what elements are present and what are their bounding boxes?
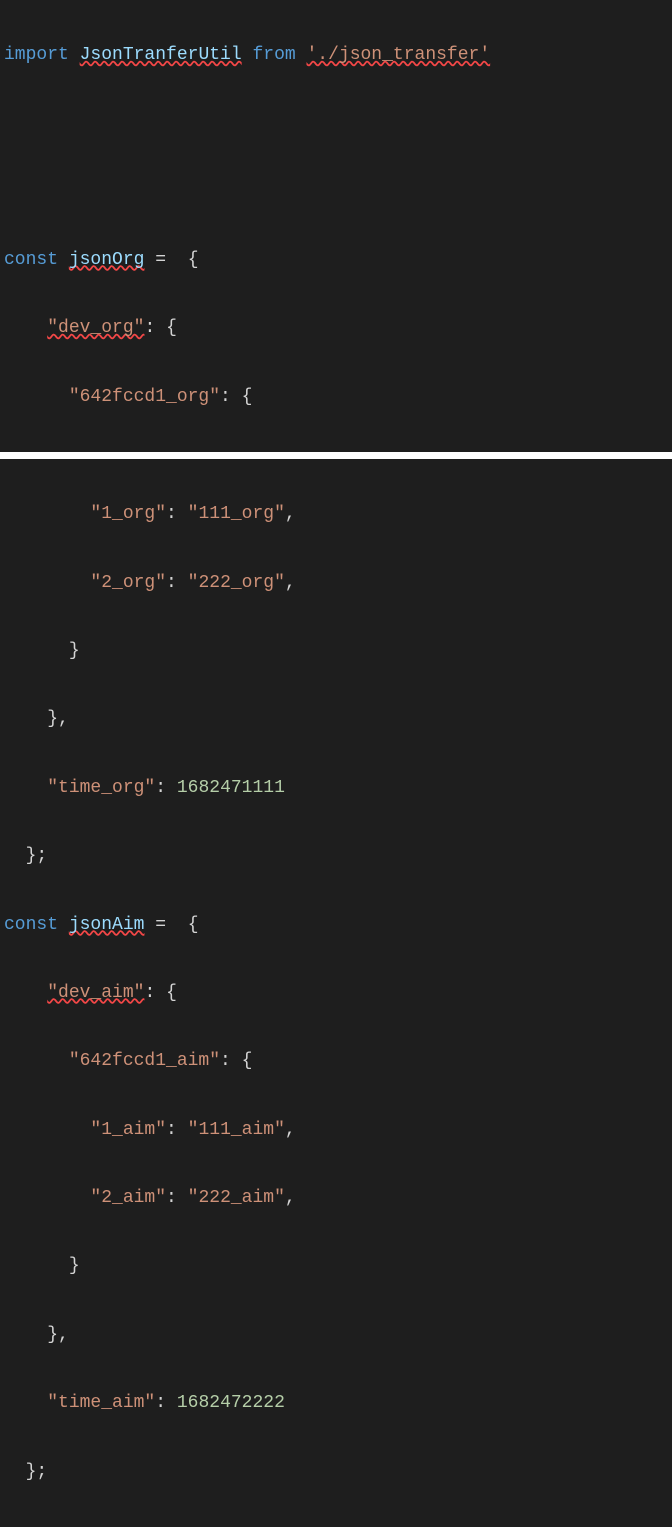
code-editor[interactable]: "1_org": "111_org", "2_org": "222_org", … [0,459,672,1527]
keyword-from: from [252,45,295,65]
brace-open: { [242,1051,253,1071]
key-2-org: "2_org" [90,573,166,593]
brace-close: } [47,709,58,729]
brace-open: { [166,983,177,1003]
val-111-org: "111_org" [188,504,285,524]
operator-equals: = [155,250,166,270]
colon: : [155,778,166,798]
operator-equals: = [155,915,166,935]
brace-open: { [242,387,253,407]
brace-open: { [188,915,199,935]
colon: : [166,504,177,524]
comma: , [285,573,296,593]
keyword-import: import [4,45,69,65]
code-line: "642fccd1_aim": { [4,1044,672,1078]
brace-close: } [47,1325,58,1345]
comma: , [285,1188,296,1208]
colon: : [220,387,231,407]
code-line: "2_aim": "222_aim", [4,1181,672,1215]
colon: : [144,983,155,1003]
code-line: "642fccd1_org": { [4,380,672,414]
code-editor[interactable]: import JsonTranferUtil from './json_tran… [0,0,672,452]
key-hash-aim: "642fccd1_aim" [69,1051,220,1071]
blank-line [4,175,672,209]
code-line: import JsonTranferUtil from './json_tran… [4,38,672,72]
code-line: }; [4,1455,672,1489]
identifier-jsonaim: jsonAim [69,915,145,935]
separator-line [0,452,672,459]
colon: : [155,1393,166,1413]
key-hash-org: "642fccd1_org" [69,387,220,407]
blank-line [4,107,672,141]
colon: : [220,1051,231,1071]
code-line: "time_org": 1682471111 [4,771,672,805]
colon: : [166,1120,177,1140]
comma: , [58,1325,69,1345]
val-111-aim: "111_aim" [188,1120,285,1140]
code-line: const jsonAim = { [4,908,672,942]
key-dev-org: "dev_org" [47,318,144,338]
key-time-aim: "time_aim" [47,1393,155,1413]
brace-close-semi: }; [26,846,48,866]
key-time-org: "time_org" [47,778,155,798]
keyword-const: const [4,915,58,935]
identifier-jsontransferutil: JsonTranferUtil [80,45,242,65]
val-222-aim: "222_aim" [188,1188,285,1208]
colon: : [144,318,155,338]
code-line: "dev_org": { [4,311,672,345]
code-line: } [4,634,672,668]
code-line: "2_org": "222_org", [4,566,672,600]
key-2-aim: "2_aim" [90,1188,166,1208]
val-time-org: 1682471111 [177,778,285,798]
code-line: }, [4,702,672,736]
identifier-jsonorg: jsonOrg [69,250,145,270]
key-1-org: "1_org" [90,504,166,524]
code-line: "dev_aim": { [4,976,672,1010]
code-line: }, [4,1318,672,1352]
colon: : [166,1188,177,1208]
key-1-aim: "1_aim" [90,1120,166,1140]
key-dev-aim: "dev_aim" [47,983,144,1003]
brace-close: } [69,1256,80,1276]
brace-close-semi: }; [26,1462,48,1482]
brace-close: } [69,641,80,661]
code-line: }; [4,839,672,873]
code-line: "1_aim": "111_aim", [4,1113,672,1147]
code-line: const jsonOrg = { [4,243,672,277]
code-line: "1_org": "111_org", [4,497,672,531]
keyword-const: const [4,250,58,270]
comma: , [285,504,296,524]
val-time-aim: 1682472222 [177,1393,285,1413]
colon: : [166,573,177,593]
string-path: './json_transfer' [307,45,491,65]
code-line: } [4,1249,672,1283]
comma: , [58,709,69,729]
brace-open: { [188,250,199,270]
comma: , [285,1120,296,1140]
val-222-org: "222_org" [188,573,285,593]
code-line: "time_aim": 1682472222 [4,1386,672,1420]
brace-open: { [166,318,177,338]
